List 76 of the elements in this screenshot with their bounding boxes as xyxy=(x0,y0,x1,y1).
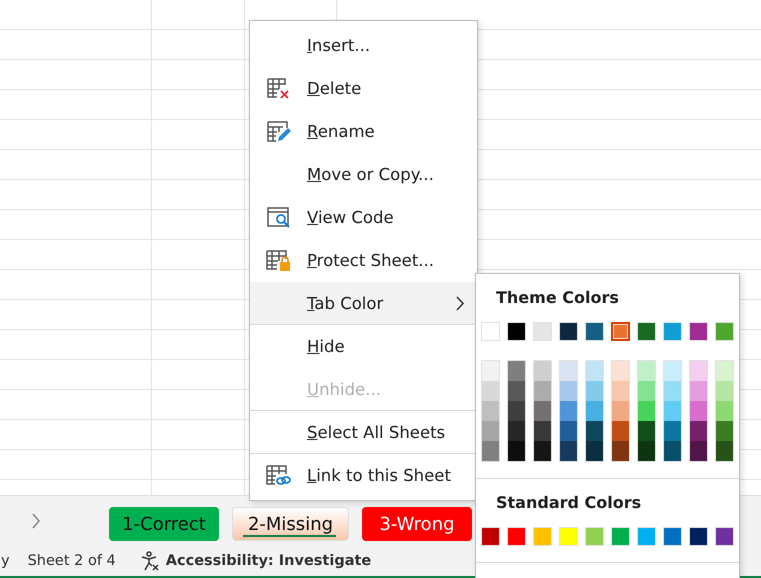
color-swatch[interactable] xyxy=(612,361,629,381)
sheet-count: Sheet 2 of 4 xyxy=(28,553,116,569)
color-swatch[interactable] xyxy=(560,361,577,381)
color-swatch[interactable] xyxy=(534,441,551,461)
accessibility-icon[interactable] xyxy=(140,551,160,571)
color-swatch[interactable] xyxy=(716,381,733,401)
color-swatch[interactable] xyxy=(638,441,655,461)
color-swatch[interactable] xyxy=(534,421,551,441)
menu-item[interactable]: Protect Sheet... xyxy=(250,239,477,282)
color-swatch[interactable] xyxy=(638,381,655,401)
color-swatch[interactable] xyxy=(612,381,629,401)
menu-item[interactable]: Link to this Sheet xyxy=(250,454,477,497)
color-swatch[interactable] xyxy=(508,361,525,381)
color-swatch[interactable] xyxy=(664,381,681,401)
color-swatch[interactable] xyxy=(482,401,499,421)
sheet-tab[interactable]: 2-Missing xyxy=(232,507,349,541)
color-swatch[interactable] xyxy=(508,401,525,421)
color-swatch[interactable] xyxy=(560,421,577,441)
color-swatch[interactable] xyxy=(690,421,707,441)
menu-item[interactable]: Tab Color xyxy=(250,282,477,325)
color-swatch[interactable] xyxy=(664,361,681,381)
color-swatch[interactable] xyxy=(612,401,629,421)
color-swatch[interactable] xyxy=(482,421,499,441)
color-swatch[interactable] xyxy=(560,401,577,421)
menu-item[interactable]: Insert... xyxy=(250,24,477,67)
protect-sheet-icon xyxy=(266,250,292,272)
rename-sheet-icon xyxy=(266,120,290,142)
color-swatch[interactable] xyxy=(612,421,629,441)
accessibility-status[interactable]: Accessibility: Investigate xyxy=(166,553,372,569)
color-swatch[interactable] xyxy=(560,381,577,401)
view-code-icon xyxy=(266,206,290,228)
color-swatch[interactable] xyxy=(690,441,707,461)
color-swatch[interactable] xyxy=(638,421,655,441)
menu-item[interactable]: View Code xyxy=(250,196,477,239)
color-swatch[interactable] xyxy=(716,361,733,381)
color-swatch[interactable] xyxy=(638,361,655,381)
color-swatch[interactable] xyxy=(482,381,499,401)
menu-item[interactable]: Move or Copy... xyxy=(250,153,477,196)
color-swatch[interactable] xyxy=(664,441,681,461)
color-swatch[interactable] xyxy=(560,441,577,461)
color-swatch[interactable] xyxy=(612,441,629,461)
color-swatch[interactable] xyxy=(534,361,551,381)
color-swatch[interactable] xyxy=(586,401,603,421)
color-swatch[interactable] xyxy=(586,381,603,401)
status-text: y xyxy=(1,553,10,569)
color-swatch[interactable] xyxy=(508,381,525,401)
color-swatch[interactable] xyxy=(534,381,551,401)
color-swatch[interactable] xyxy=(586,361,603,381)
color-swatch[interactable] xyxy=(482,441,499,461)
color-swatch[interactable] xyxy=(716,401,733,421)
color-swatch[interactable] xyxy=(664,401,681,421)
color-swatch[interactable] xyxy=(690,381,707,401)
color-swatch[interactable] xyxy=(508,441,525,461)
color-swatch[interactable] xyxy=(482,361,499,381)
menu-item[interactable]: Rename xyxy=(250,110,477,153)
sheet-tab[interactable]: 1-Correct xyxy=(109,507,219,541)
link-sheet-icon xyxy=(266,464,292,486)
color-swatch[interactable] xyxy=(586,441,603,461)
section-title: Theme Colors xyxy=(495,287,620,309)
color-swatch[interactable] xyxy=(611,322,630,341)
menu-item[interactable]: Hide xyxy=(250,325,477,368)
color-swatch[interactable] xyxy=(690,361,707,381)
scroll-right-icon[interactable] xyxy=(31,513,41,529)
menu-item[interactable]: Delete xyxy=(250,67,477,110)
sheet-tab[interactable]: 3-Wrong xyxy=(362,507,472,541)
delete-sheet-icon xyxy=(266,78,290,100)
color-swatch[interactable] xyxy=(664,421,681,441)
color-swatch[interactable] xyxy=(586,421,603,441)
color-swatch[interactable] xyxy=(534,401,551,421)
color-swatch[interactable] xyxy=(716,421,733,441)
color-swatch[interactable] xyxy=(638,401,655,421)
color-swatch[interactable] xyxy=(716,441,733,461)
section-title: Standard Colors xyxy=(495,492,642,514)
chevron-right-icon xyxy=(456,296,465,310)
color-swatch[interactable] xyxy=(508,421,525,441)
color-swatch[interactable] xyxy=(690,401,707,421)
